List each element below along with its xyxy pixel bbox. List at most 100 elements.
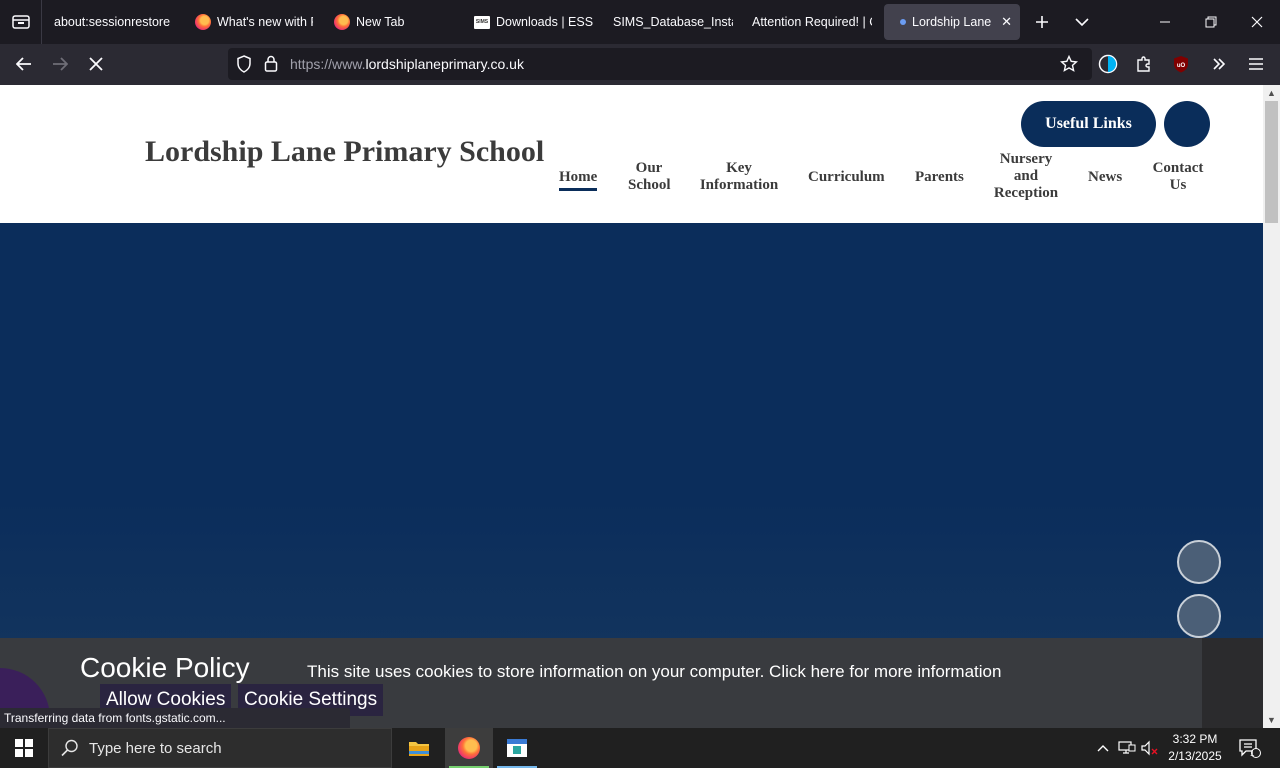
url-bar[interactable]: https://www.lordshiplaneprimary.co.uk (228, 48, 1092, 80)
side-quick-link[interactable] (1177, 540, 1221, 584)
tab-title: SIMS_Database_Install (613, 15, 733, 29)
ublock-button[interactable]: uO (1165, 48, 1197, 80)
account-button[interactable] (1092, 48, 1124, 80)
firefox-account-icon (1098, 54, 1118, 74)
forward-button[interactable] (44, 48, 76, 80)
web-page: Lordship Lane Primary School Useful Link… (0, 85, 1263, 728)
close-window-button[interactable] (1234, 0, 1280, 44)
search-placeholder: Type here to search (89, 739, 222, 757)
tab-downloads[interactable]: SIMS Downloads | ESS S (474, 4, 594, 40)
tab-attention-required[interactable]: Attention Required! | C (752, 4, 872, 40)
tab-list-button[interactable] (0, 0, 42, 44)
chevron-up-icon (1097, 745, 1109, 752)
restore-icon (1205, 16, 1217, 28)
windows-logo-icon (15, 739, 33, 757)
nav-parents[interactable]: Parents (915, 169, 964, 186)
volume-tray-button[interactable] (1140, 728, 1160, 768)
double-chevron-right-icon (1213, 58, 1226, 70)
folder-icon (409, 742, 429, 756)
loading-dot-icon (898, 14, 908, 30)
restore-button[interactable] (1188, 0, 1234, 44)
tab-title: Downloads | ESS S (496, 15, 594, 29)
minimize-icon (1160, 21, 1170, 23)
network-icon (1118, 741, 1136, 754)
useful-links-button[interactable]: Useful Links (1021, 101, 1156, 147)
system-clock[interactable]: 3:32 PM 2/13/2025 (1160, 731, 1230, 765)
tab-title: What's new with F (217, 15, 313, 29)
file-explorer-button[interactable] (395, 728, 443, 768)
list-all-tabs-button[interactable] (1064, 4, 1100, 40)
cookie-title: Cookie Policy (80, 652, 250, 683)
ublock-origin-icon: uO (1174, 56, 1188, 73)
search-toggle-button[interactable] (1164, 101, 1210, 147)
tab-title: Attention Required! | C (752, 15, 872, 29)
nav-key-information[interactable]: Key Information (699, 160, 779, 194)
page-scrollbar[interactable]: ▲ ▼ (1263, 85, 1280, 728)
firefox-icon (458, 737, 480, 759)
url-text[interactable]: https://www.lordshiplaneprimary.co.uk (290, 56, 524, 72)
plus-icon (1036, 16, 1048, 28)
search-icon (61, 739, 78, 757)
nav-home[interactable]: Home (559, 169, 597, 191)
lock-icon[interactable] (264, 55, 278, 72)
notification-center-button[interactable]: 1 (1236, 728, 1264, 768)
app-taskbar-button[interactable] (493, 728, 541, 768)
navigation-toolbar: https://www.lordshiplaneprimary.co.uk uO (0, 44, 1280, 85)
tab-new-tab[interactable]: New Tab (334, 4, 454, 40)
notification-count: 1 (1250, 749, 1255, 758)
tab-strip: about:sessionrestore What's new with F N… (0, 0, 1280, 44)
tab-title: Lordship Lane P (912, 15, 993, 29)
scroll-up-icon[interactable]: ▲ (1263, 85, 1280, 101)
school-name[interactable]: Lordship Lane Primary School (145, 135, 544, 169)
nav-our-school[interactable]: Our School (628, 160, 671, 194)
more-tools-button[interactable] (1203, 48, 1235, 80)
arrow-left-icon (16, 57, 31, 71)
minimize-button[interactable] (1142, 0, 1188, 44)
tab-sims-database[interactable]: SIMS_Database_Install (613, 4, 733, 40)
clock-date: 2/13/2025 (1168, 749, 1222, 763)
hamburger-icon (1249, 58, 1263, 70)
nav-contact-us[interactable]: Contact Us (1150, 160, 1206, 194)
close-icon (1251, 16, 1263, 28)
network-tray-button[interactable] (1117, 728, 1137, 768)
installer-app-icon (507, 739, 527, 757)
app-menu-button[interactable] (1240, 48, 1272, 80)
taskbar-search-box[interactable]: Type here to search (48, 728, 392, 768)
windows-taskbar: Type here to search 3:32 PM 2/13/2025 1 (0, 728, 1280, 768)
tab-title: New Tab (356, 15, 405, 29)
start-button[interactable] (0, 728, 48, 768)
scroll-down-icon[interactable]: ▼ (1263, 712, 1280, 728)
tab-overview-icon (11, 15, 30, 29)
star-icon[interactable] (1060, 55, 1078, 73)
new-tab-button[interactable] (1024, 4, 1060, 40)
nav-curriculum[interactable]: Curriculum (808, 169, 885, 186)
show-hidden-icons-button[interactable] (1094, 728, 1112, 768)
cookie-info-link[interactable]: This site uses cookies to store informat… (307, 662, 1001, 682)
chevron-down-icon (1075, 18, 1089, 27)
sims-icon: SIMS (474, 14, 490, 30)
tab-lordship-lane[interactable]: Lordship Lane P ✕ (884, 4, 1020, 40)
close-tab-icon[interactable]: ✕ (1001, 14, 1012, 30)
clock-time: 3:32 PM (1172, 732, 1218, 746)
scroll-thumb[interactable] (1265, 101, 1278, 223)
back-button[interactable] (8, 48, 40, 80)
firefox-icon (195, 14, 211, 30)
firefox-taskbar-button[interactable] (445, 728, 493, 768)
extensions-button[interactable] (1128, 48, 1160, 80)
site-header: Lordship Lane Primary School Useful Link… (0, 85, 1263, 223)
puzzle-icon (1137, 56, 1150, 72)
side-quick-link[interactable] (1177, 594, 1221, 638)
nav-nursery-reception[interactable]: Nursery and Reception (992, 151, 1060, 202)
shield-icon[interactable] (236, 55, 252, 73)
cookie-banner-edge (1202, 638, 1263, 728)
status-panel: Transferring data from fonts.gstatic.com… (0, 708, 350, 728)
stop-loading-button[interactable] (80, 48, 112, 80)
close-icon (89, 57, 103, 71)
nav-news[interactable]: News (1088, 169, 1122, 186)
volume-muted-icon (1141, 740, 1158, 756)
tab-whats-new[interactable]: What's new with F (195, 4, 313, 40)
firefox-icon (334, 14, 350, 30)
tab-sessionrestore[interactable]: about:sessionrestore (54, 4, 184, 40)
svg-text:uO: uO (1177, 63, 1186, 69)
tab-title: about:sessionrestore (54, 15, 171, 29)
